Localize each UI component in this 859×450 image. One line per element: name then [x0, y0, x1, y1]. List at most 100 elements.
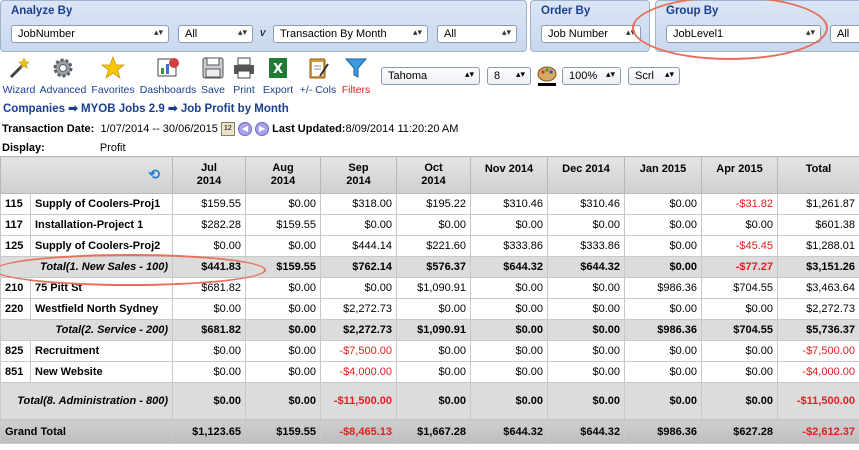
value-cell[interactable]: $0.00: [470, 340, 549, 362]
value-cell[interactable]: $0.00: [547, 298, 626, 320]
zoom-select[interactable]: 100% ▴▾: [562, 67, 621, 85]
job-name[interactable]: Supply of Coolers-Proj1: [29, 193, 174, 215]
value-cell[interactable]: $0.00: [701, 382, 779, 420]
value-cell[interactable]: $0.00: [701, 298, 779, 320]
value-cell[interactable]: $0.00: [470, 298, 549, 320]
value-cell[interactable]: $0.00: [245, 340, 322, 362]
value-cell[interactable]: -$11,500.00: [320, 382, 398, 420]
value-cell[interactable]: $762.14: [320, 256, 398, 278]
value-cell[interactable]: $0.00: [470, 214, 549, 236]
value-cell[interactable]: $2,272.73: [320, 319, 398, 341]
value-cell[interactable]: $644.32: [547, 256, 626, 278]
job-name[interactable]: New Website: [29, 361, 174, 383]
value-cell[interactable]: $159.55: [245, 419, 322, 444]
value-cell[interactable]: $0.00: [547, 214, 626, 236]
value-cell[interactable]: $444.14: [320, 235, 398, 257]
value-cell[interactable]: -$31.82: [701, 193, 779, 215]
value-cell[interactable]: $0.00: [624, 340, 703, 362]
wizard-button[interactable]: Wizard: [2, 56, 36, 96]
job-code[interactable]: 115: [0, 193, 31, 215]
value-cell[interactable]: -$7,500.00: [320, 340, 398, 362]
breadcrumb-companies-link[interactable]: Companies: [3, 103, 65, 115]
value-cell[interactable]: $282.28: [172, 214, 247, 236]
value-cell[interactable]: $310.46: [547, 193, 626, 215]
favorites-button[interactable]: Favorites: [90, 56, 136, 96]
analyze-field2-select[interactable]: Transaction By Month ▴▾: [273, 25, 428, 43]
value-cell[interactable]: $0.00: [624, 235, 703, 257]
value-cell[interactable]: $1,090.91: [396, 319, 472, 341]
value-cell[interactable]: $0.00: [470, 382, 549, 420]
column-header[interactable]: Nov 2014: [470, 156, 549, 194]
column-header[interactable]: Aug 2014: [245, 156, 322, 194]
value-cell[interactable]: $1,123.65: [172, 419, 247, 444]
value-cell[interactable]: $0.00: [320, 277, 398, 299]
column-header[interactable]: Total: [777, 156, 859, 194]
value-cell[interactable]: $0.00: [245, 298, 322, 320]
color-palette-icon[interactable]: [537, 65, 557, 87]
value-cell[interactable]: $5,736.37: [777, 319, 859, 341]
value-cell[interactable]: $0.00: [172, 235, 247, 257]
value-cell[interactable]: $0.00: [245, 319, 322, 341]
value-cell[interactable]: $1,667.28: [396, 419, 472, 444]
value-cell[interactable]: $0.00: [547, 382, 626, 420]
value-cell[interactable]: $0.00: [245, 361, 322, 383]
value-cell[interactable]: $195.22: [396, 193, 472, 215]
value-cell[interactable]: -$2,612.37: [777, 419, 859, 444]
previous-period-icon[interactable]: ◀: [238, 122, 252, 136]
value-cell[interactable]: $0.00: [172, 382, 247, 420]
breadcrumb-job-profit-link[interactable]: Job Profit by Month: [181, 103, 289, 115]
value-cell[interactable]: $1,261.87: [777, 193, 859, 215]
value-cell[interactable]: $0.00: [547, 277, 626, 299]
value-cell[interactable]: $159.55: [245, 214, 322, 236]
add-remove-columns-button[interactable]: +/- Cols: [297, 56, 339, 96]
value-cell[interactable]: $0.00: [320, 214, 398, 236]
value-cell[interactable]: $0.00: [624, 298, 703, 320]
value-cell[interactable]: $0.00: [396, 214, 472, 236]
refresh-icon[interactable]: ⟲: [148, 166, 160, 182]
column-header[interactable]: Oct 2014: [396, 156, 472, 194]
value-cell[interactable]: -$8,465.13: [320, 419, 398, 444]
value-cell[interactable]: $0.00: [245, 235, 322, 257]
value-cell[interactable]: -$11,500.00: [777, 382, 859, 420]
filters-button[interactable]: Filters: [340, 56, 372, 96]
analyze-field1-filter[interactable]: All ▴▾: [178, 25, 253, 43]
job-code[interactable]: 220: [0, 298, 31, 320]
value-cell[interactable]: -$4,000.00: [777, 361, 859, 383]
calendar-icon[interactable]: 12: [220, 122, 235, 136]
value-cell[interactable]: $310.46: [470, 193, 549, 215]
column-header[interactable]: Jan 2015: [624, 156, 703, 194]
value-cell[interactable]: $0.00: [624, 361, 703, 383]
value-cell[interactable]: $0.00: [624, 214, 703, 236]
breadcrumb-myob-jobs-link[interactable]: MYOB Jobs 2.9: [81, 103, 165, 115]
value-cell[interactable]: $0.00: [396, 361, 472, 383]
job-name[interactable]: Westfield North Sydney: [29, 298, 174, 320]
value-cell[interactable]: $627.28: [701, 419, 779, 444]
save-button[interactable]: Save: [199, 56, 227, 96]
value-cell[interactable]: $644.32: [470, 419, 549, 444]
value-cell[interactable]: -$45.45: [701, 235, 779, 257]
value-cell[interactable]: $3,463.64: [777, 277, 859, 299]
value-cell[interactable]: -$7,500.00: [777, 340, 859, 362]
value-cell[interactable]: $1,090.91: [396, 277, 472, 299]
value-cell[interactable]: $0.00: [624, 256, 703, 278]
analyze-field1-select[interactable]: JobNumber ▴▾: [11, 25, 169, 43]
value-cell[interactable]: $644.32: [547, 419, 626, 444]
value-cell[interactable]: $0.00: [245, 193, 322, 215]
value-cell[interactable]: $221.60: [396, 235, 472, 257]
analyze-field2-filter[interactable]: All ▴▾: [437, 25, 517, 43]
value-cell[interactable]: $1,288.01: [777, 235, 859, 257]
job-name[interactable]: Recruitment: [29, 340, 174, 362]
value-cell[interactable]: $0.00: [547, 340, 626, 362]
value-cell[interactable]: $318.00: [320, 193, 398, 215]
value-cell[interactable]: $704.55: [701, 277, 779, 299]
scroll-select[interactable]: Scrl ▴▾: [628, 67, 680, 85]
group-by-filter[interactable]: All: [830, 25, 859, 43]
job-name[interactable]: Installation-Project 1: [29, 214, 174, 236]
column-header[interactable]: Apr 2015: [701, 156, 779, 194]
value-cell[interactable]: $0.00: [396, 382, 472, 420]
job-code[interactable]: 117: [0, 214, 31, 236]
value-cell[interactable]: $576.37: [396, 256, 472, 278]
value-cell[interactable]: $986.36: [624, 419, 703, 444]
value-cell[interactable]: $159.55: [172, 193, 247, 215]
value-cell[interactable]: $0.00: [470, 277, 549, 299]
